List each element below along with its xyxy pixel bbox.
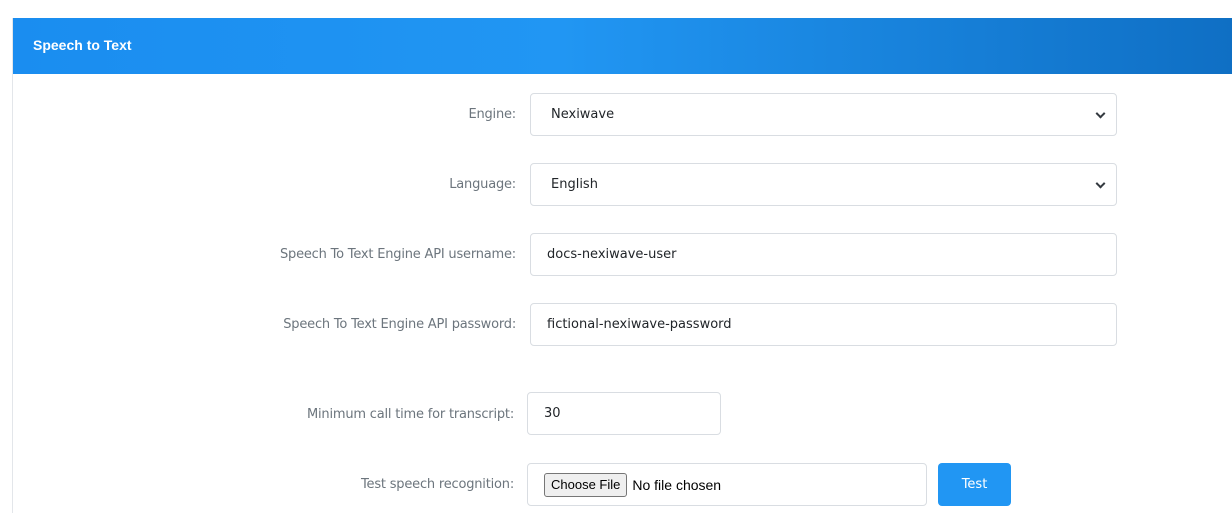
panel-title: Speech to Text: [33, 37, 132, 53]
test-button[interactable]: Test: [938, 463, 1011, 506]
api-username-input[interactable]: docs-nexiwave-user: [530, 233, 1117, 276]
file-input[interactable]: Choose File No file chosen: [527, 463, 927, 506]
api-username-value: docs-nexiwave-user: [547, 247, 677, 262]
engine-select[interactable]: Nexiwave: [530, 93, 1117, 136]
engine-select-value: Nexiwave: [551, 107, 615, 122]
chevron-down-icon: [1095, 108, 1106, 119]
api-password-value: fictional-nexiwave-password: [547, 317, 732, 332]
file-status-text: No file chosen: [632, 476, 722, 493]
language-select-value: English: [551, 177, 598, 192]
api-password-label: Speech To Text Engine API password:: [283, 317, 516, 332]
engine-label: Engine:: [468, 107, 516, 122]
test-recognition-label: Test speech recognition:: [360, 477, 514, 492]
choose-file-button[interactable]: Choose File: [544, 472, 628, 497]
api-password-input[interactable]: fictional-nexiwave-password: [530, 303, 1117, 346]
min-call-time-input[interactable]: 30: [527, 392, 721, 435]
speech-to-text-panel: Speech to Text Engine: Nexiwave Language…: [12, 18, 1232, 513]
language-label: Language:: [449, 177, 516, 192]
language-select[interactable]: English: [530, 163, 1117, 206]
min-call-time-value: 30: [544, 406, 561, 421]
min-call-time-label: Minimum call time for transcript:: [306, 407, 514, 422]
chevron-down-icon: [1095, 178, 1106, 189]
api-username-label: Speech To Text Engine API username:: [279, 247, 516, 262]
panel-header: Speech to Text: [13, 18, 1232, 74]
